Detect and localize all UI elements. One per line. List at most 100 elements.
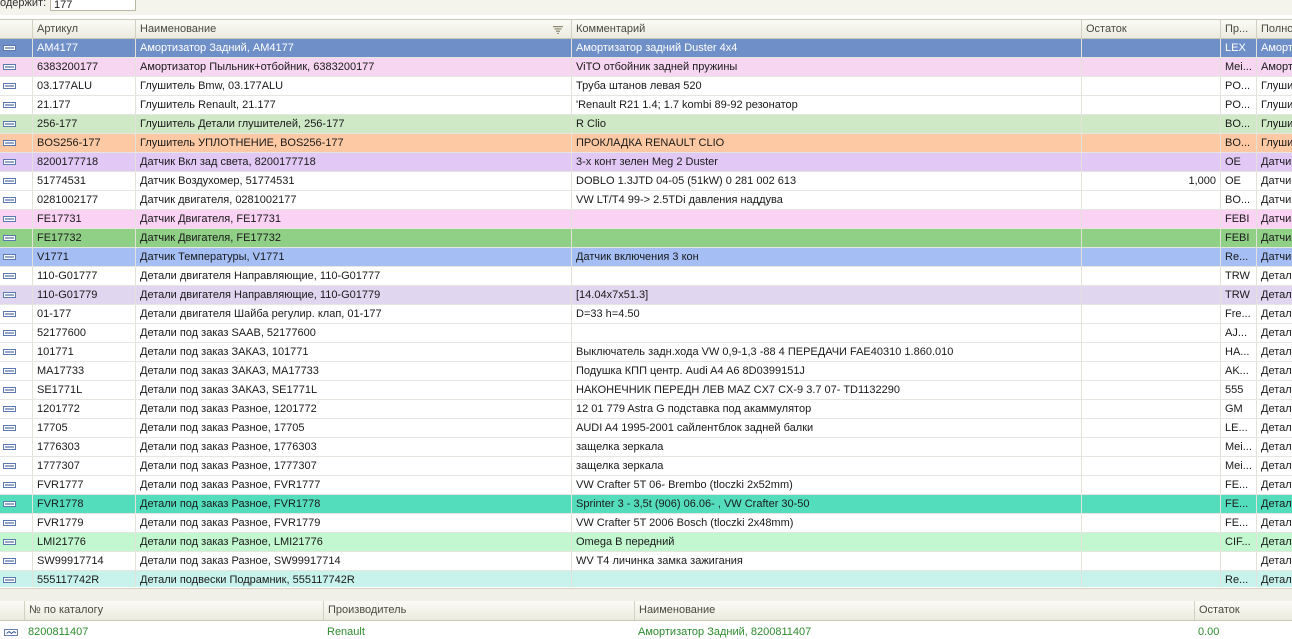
cell-manufacturer: BO...: [1220, 134, 1256, 152]
row-marker-cell[interactable]: [0, 438, 32, 456]
row-marker-cell[interactable]: [0, 457, 32, 475]
cell-stock: [1081, 248, 1220, 266]
header-comment[interactable]: Комментарий: [571, 20, 1081, 39]
table-row[interactable]: 110-G01779 Детали двигателя Направляющие,…: [0, 286, 1292, 305]
row-marker-cell[interactable]: [0, 343, 32, 361]
row-marker-cell[interactable]: [0, 286, 32, 304]
table-row[interactable]: LMI21776 Детали под заказ Разное, LMI2177…: [0, 533, 1292, 552]
row-marker-cell[interactable]: [0, 58, 32, 76]
filter-input[interactable]: 177: [50, 0, 136, 11]
cell-comment: 12 01 779 Astra G подставка под акаммуля…: [571, 400, 1081, 418]
cell-stock: [1081, 571, 1220, 587]
cell-comment: Omega B передний: [571, 533, 1081, 551]
catalog-table[interactable]: № по каталогу Производитель Наименование…: [0, 601, 1292, 639]
row-marker-cell[interactable]: [0, 514, 32, 532]
row-marker-cell[interactable]: [0, 400, 32, 418]
row-marker-cell[interactable]: [0, 39, 32, 57]
row-marker-cell[interactable]: [0, 229, 32, 247]
catalog-header-manufacturer[interactable]: Производитель: [323, 601, 634, 620]
row-marker-cell[interactable]: [0, 552, 32, 570]
catalog-header-icon-col[interactable]: [0, 601, 24, 620]
row-marker-cell[interactable]: [0, 172, 32, 190]
header-manufacturer[interactable]: Пр...: [1220, 20, 1256, 39]
table-row[interactable]: FE17732 Датчик Двигателя, FE17732 FEBI Датч…: [0, 229, 1292, 248]
table-row[interactable]: BOS256-177 Глушитель УПЛОТНЕНИЕ, BOS256-1…: [0, 134, 1292, 153]
cell-manufacturer: OE: [1220, 172, 1256, 190]
table-row[interactable]: 03.177ALU Глушитель Bmw, 03.177ALU Труба ш…: [0, 77, 1292, 96]
table-row[interactable]: V1771 Датчик Температуры, V1771 Датчик вкл…: [0, 248, 1292, 267]
header-icon-col[interactable]: [0, 20, 32, 39]
cell-fullname: Датчи: [1256, 229, 1292, 247]
catalog-table-header: № по каталогу Производитель Наименование…: [0, 601, 1292, 621]
catalog-header-name[interactable]: Наименование: [634, 601, 1194, 620]
row-marker-cell[interactable]: [0, 362, 32, 380]
table-row[interactable]: 256-177 Глушитель Детали глушителей, 256-…: [0, 115, 1292, 134]
cell-article: 1777307: [32, 457, 135, 475]
header-stock[interactable]: Остаток: [1081, 20, 1220, 39]
row-marker-cell[interactable]: [0, 153, 32, 171]
row-marker-cell[interactable]: [0, 324, 32, 342]
panel-splitter[interactable]: [0, 588, 1292, 602]
table-row[interactable]: 1776303 Детали под заказ Разное, 1776303 з…: [0, 438, 1292, 457]
table-row[interactable]: 0281002177 Датчик двигателя, 0281002177 VW…: [0, 191, 1292, 210]
catalog-header-stock[interactable]: Остаток: [1194, 601, 1292, 620]
row-marker-cell[interactable]: [0, 267, 32, 285]
row-marker-icon: [3, 140, 16, 146]
row-marker-cell[interactable]: [0, 476, 32, 494]
table-row[interactable]: 8200177718 Датчик Вкл зад света, 82001777…: [0, 153, 1292, 172]
table-row[interactable]: 1201772 Детали под заказ Разное, 1201772 1…: [0, 400, 1292, 419]
table-row[interactable]: 6383200177 Амортизатор Пыльник+отбойник, …: [0, 58, 1292, 77]
table-row[interactable]: 17705 Детали под заказ Разное, 17705 AUDI …: [0, 419, 1292, 438]
cell-article: FE17731: [32, 210, 135, 228]
table-row[interactable]: AM4177 Амортизатор Задний, AM4177 Амортиза…: [0, 39, 1292, 58]
cell-stock: [1081, 438, 1220, 456]
row-marker-cell[interactable]: [0, 77, 32, 95]
row-marker-cell[interactable]: [0, 419, 32, 437]
parts-table[interactable]: Артикул Наименование Комментарий Остаток…: [0, 19, 1292, 587]
table-row[interactable]: FE17731 Датчик Двигателя, FE17731 FEBI Датч…: [0, 210, 1292, 229]
row-marker-cell[interactable]: [0, 571, 32, 587]
table-row[interactable]: SW99917714 Детали под заказ Разное, SW999…: [0, 552, 1292, 571]
table-row[interactable]: 51774531 Датчик Воздухомер, 51774531 DOBLO…: [0, 172, 1292, 191]
table-row[interactable]: 01-177 Детали двигателя Шайба регулир. кл…: [0, 305, 1292, 324]
cell-comment: VW LT/T4 99-> 2.5TDi давления наддува: [571, 191, 1081, 209]
row-marker-cell[interactable]: [0, 210, 32, 228]
row-marker-cell[interactable]: [0, 191, 32, 209]
cell-article: 555117742R: [32, 571, 135, 587]
header-article[interactable]: Артикул: [32, 20, 135, 39]
catalog-row[interactable]: 8200811407 Renault Амортизатор Задний, 8…: [0, 622, 1292, 639]
cell-fullname: Детал: [1256, 381, 1292, 399]
table-row[interactable]: FVR1779 Детали под заказ Разное, FVR1779 V…: [0, 514, 1292, 533]
catalog-header-number[interactable]: № по каталогу: [24, 601, 323, 620]
table-row[interactable]: 555117742R Детали подвески Подрамник, 555…: [0, 571, 1292, 587]
table-row[interactable]: 1777307 Детали под заказ Разное, 1777307 з…: [0, 457, 1292, 476]
cell-manufacturer: TRW: [1220, 267, 1256, 285]
table-row[interactable]: 21.177 Глушитель Renault, 21.177 'Renault …: [0, 96, 1292, 115]
table-row[interactable]: FVR1777 Детали под заказ Разное, FVR1777 …: [0, 476, 1292, 495]
cell-fullname: Детал: [1256, 476, 1292, 494]
table-row[interactable]: MA17733 Детали под заказ ЗАКАЗ, MA17733 По…: [0, 362, 1292, 381]
cell-article: BOS256-177: [32, 134, 135, 152]
row-marker-cell[interactable]: [0, 115, 32, 133]
row-marker-cell[interactable]: [0, 381, 32, 399]
table-row[interactable]: FVR1778 Детали под заказ Разное, FVR1778 S…: [0, 495, 1292, 514]
catalog-header-number-label: № по каталогу: [29, 604, 104, 616]
cell-fullname: Датчи: [1256, 248, 1292, 266]
table-row[interactable]: 101771 Детали под заказ ЗАКАЗ, 101771 Выкл…: [0, 343, 1292, 362]
catalog-header-name-label: Наименование: [639, 604, 716, 616]
table-row[interactable]: SE1771L Детали под заказ ЗАКАЗ, SE1771L НА…: [0, 381, 1292, 400]
table-row[interactable]: 110-G01777 Детали двигателя Направляющие,…: [0, 267, 1292, 286]
cell-fullname: Аморт: [1256, 39, 1292, 57]
table-row[interactable]: 52177600 Детали под заказ SAAB, 52177600 A…: [0, 324, 1292, 343]
row-marker-cell[interactable]: [0, 305, 32, 323]
row-marker-cell[interactable]: [0, 533, 32, 551]
cell-name: Датчик Двигателя, FE17731: [135, 210, 571, 228]
cell-comment: ViTO отбойник задней пружины: [571, 58, 1081, 76]
row-marker-cell[interactable]: [0, 96, 32, 114]
row-marker-cell[interactable]: [0, 248, 32, 266]
header-fullname[interactable]: Полно: [1256, 20, 1292, 39]
row-marker-cell[interactable]: [0, 134, 32, 152]
row-marker-cell[interactable]: [0, 495, 32, 513]
cell-fullname: Детал: [1256, 324, 1292, 342]
header-name[interactable]: Наименование: [135, 20, 571, 39]
